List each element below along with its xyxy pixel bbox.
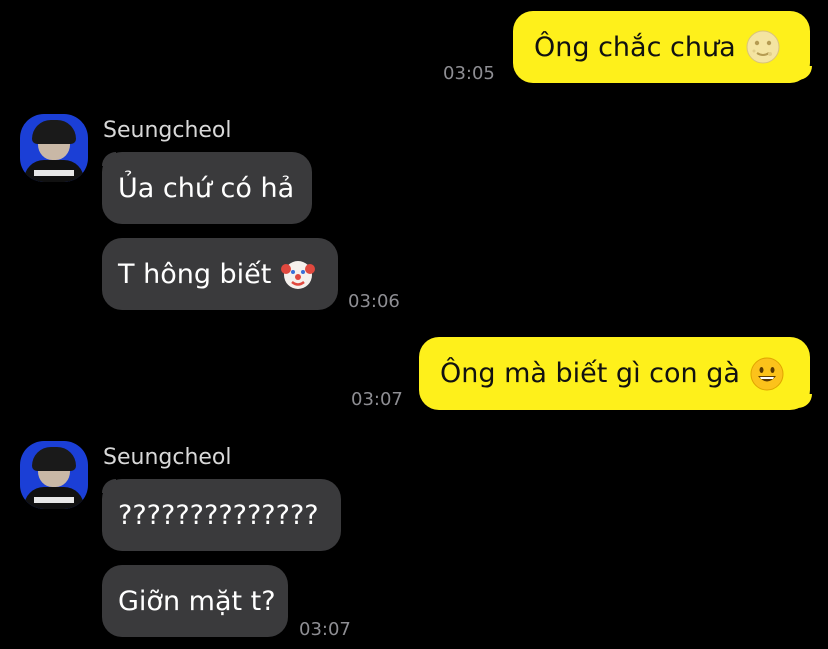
incoming-message-bubble[interactable]: ??????????????	[102, 479, 341, 551]
sender-name: Seungcheol	[103, 118, 232, 143]
message-text: Ủa chứ có hả	[118, 172, 295, 204]
message-text: Giỡn mặt t?	[118, 585, 276, 617]
contact-avatar[interactable]	[20, 114, 88, 182]
message-text: T hông biết	[118, 258, 272, 290]
message-timestamp: 03:06	[348, 291, 400, 312]
clown-face-emoji-icon	[281, 261, 316, 289]
outgoing-message-bubble[interactable]: Ông mà biết gì con gà	[419, 337, 810, 410]
incoming-message-bubble[interactable]: Ủa chứ có hả	[102, 152, 312, 224]
grinning-face-emoji-icon	[750, 357, 784, 390]
contact-avatar[interactable]	[20, 441, 88, 509]
message-timestamp: 03:05	[443, 63, 495, 84]
incoming-message-bubble[interactable]: T hông biết	[102, 238, 338, 310]
message-timestamp: 03:07	[299, 619, 351, 640]
message-text: Ông mà biết gì con gà	[440, 358, 740, 389]
full-moon-face-emoji-icon	[746, 30, 780, 64]
incoming-message-bubble[interactable]: Giỡn mặt t?	[102, 565, 288, 637]
message-text: Ông chắc chưa	[534, 31, 736, 63]
sender-name: Seungcheol	[103, 445, 232, 470]
message-timestamp: 03:07	[351, 389, 403, 410]
outgoing-message-bubble[interactable]: Ông chắc chưa	[513, 11, 810, 83]
message-text: ??????????????	[118, 499, 319, 531]
